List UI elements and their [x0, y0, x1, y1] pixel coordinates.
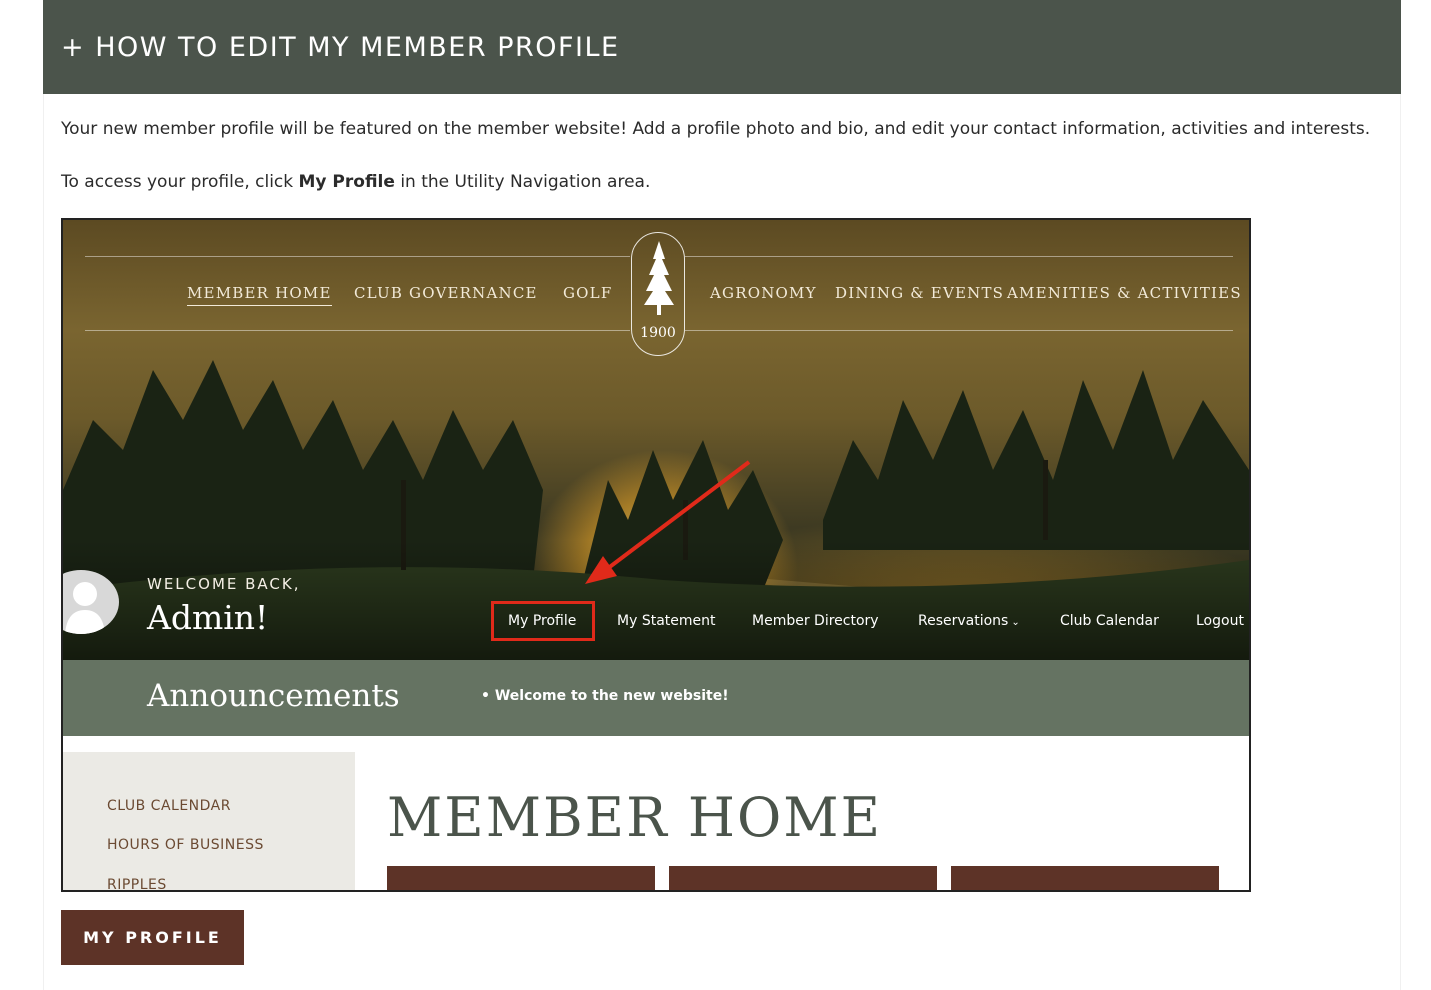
accordion-title: + HOW TO EDIT MY MEMBER PROFILE: [61, 31, 620, 63]
nav-member-home[interactable]: MEMBER HOME: [187, 284, 332, 306]
announcements-bar: Announcements • Welcome to the new websi…: [63, 660, 1249, 736]
page: + HOW TO EDIT MY MEMBER PROFILE Your new…: [0, 0, 1431, 990]
page-title: MEMBER HOME: [387, 786, 883, 849]
bullet-icon: •: [481, 688, 495, 704]
website-screenshot: MEMBER HOME CLUB GOVERNANCE GOLF AGRONOM…: [61, 218, 1251, 892]
user-name: Admin!: [147, 598, 269, 637]
nav-divider: [685, 330, 1233, 331]
nav-dining-events[interactable]: DINING & EVENTS: [835, 284, 1004, 302]
access-text-bold: My Profile: [298, 172, 395, 192]
logo-year: 1900: [640, 325, 676, 341]
util-logout[interactable]: Logout: [1196, 613, 1244, 629]
nav-agronomy[interactable]: AGRONOMY: [710, 284, 817, 302]
nav-divider: [685, 256, 1233, 257]
my-profile-highlight-box: [491, 601, 595, 641]
sidebar-item-ripples[interactable]: RIPPLES: [107, 877, 167, 890]
chevron-down-icon: ⌄: [1011, 617, 1020, 628]
content-tile[interactable]: [951, 866, 1219, 890]
access-text-pre: To access your profile, click: [61, 172, 299, 192]
util-club-calendar[interactable]: Club Calendar: [1060, 613, 1159, 629]
club-logo[interactable]: 1900: [631, 232, 685, 356]
welcome-text: WELCOME BACK,: [147, 575, 301, 593]
announcement-text: Welcome to the new website!: [494, 688, 729, 704]
announcement-item[interactable]: • Welcome to the new website!: [481, 688, 729, 704]
nav-divider: [85, 256, 630, 257]
sidebar-item-club-calendar[interactable]: CLUB CALENDAR: [107, 798, 231, 814]
nav-club-governance[interactable]: CLUB GOVERNANCE: [354, 284, 538, 302]
access-paragraph: To access your profile, click My Profile…: [61, 172, 650, 192]
nav-divider: [85, 330, 630, 331]
my-profile-button[interactable]: MY PROFILE: [61, 910, 244, 965]
util-reservations[interactable]: Reservations ⌄: [918, 613, 1020, 629]
util-reservations-label: Reservations: [918, 613, 1009, 629]
sidebar: CLUB CALENDAR HOURS OF BUSINESS RIPPLES: [63, 752, 355, 890]
pine-tree-icon: [644, 241, 674, 315]
announcements-label: Announcements: [147, 678, 400, 714]
content-tile[interactable]: [387, 866, 655, 890]
util-member-directory[interactable]: Member Directory: [752, 613, 879, 629]
sidebar-item-hours-of-business[interactable]: HOURS OF BUSINESS: [107, 837, 264, 853]
intro-paragraph: Your new member profile will be featured…: [61, 119, 1371, 139]
accordion-header[interactable]: + HOW TO EDIT MY MEMBER PROFILE: [43, 0, 1401, 94]
nav-amenities-activities[interactable]: AMENITIES & ACTIVITIES: [1007, 284, 1242, 302]
util-my-statement[interactable]: My Statement: [617, 613, 716, 629]
hero-image: MEMBER HOME CLUB GOVERNANCE GOLF AGRONOM…: [63, 220, 1249, 660]
access-text-post: in the Utility Navigation area.: [394, 172, 651, 192]
content-tile[interactable]: [669, 866, 937, 890]
nav-golf[interactable]: GOLF: [563, 284, 612, 302]
